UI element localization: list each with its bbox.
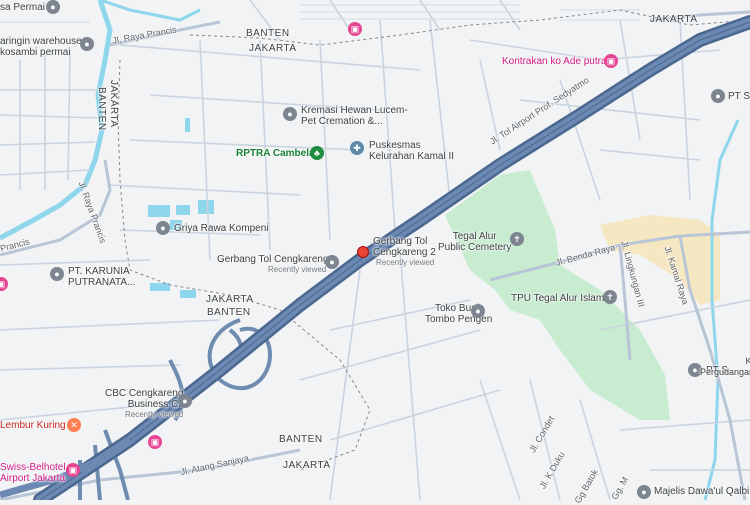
region-jakarta-right: JAKARTA — [650, 14, 698, 25]
place-label-lembur-kuring[interactable]: Lembur Kuring — [0, 420, 66, 431]
place-label-puskesmas[interactable]: Puskesmas Kelurahan Kamal II — [369, 140, 454, 162]
place-label-tegal-alur-cemetery[interactable]: Tegal Alur Public Cemetery — [438, 231, 511, 253]
place-label-top-left-permai[interactable]: sa Permai — [0, 2, 45, 13]
majelis-pin-icon[interactable]: ● — [637, 485, 651, 499]
restaurant-pin-icon[interactable]: ✕ — [67, 418, 81, 432]
region-jakarta-bottom: JAKARTA — [283, 460, 331, 471]
region-banten-mid: BANTEN — [207, 307, 251, 318]
pt-top-right-pin-icon[interactable]: ● — [711, 89, 725, 103]
griya-pin-icon[interactable]: ● — [156, 221, 170, 235]
park-pin-icon[interactable]: ♣ — [310, 146, 324, 160]
place-label-pt-karunia[interactable]: PT. KARUNIA PUTRANATA... — [68, 266, 135, 288]
place-sublabel-gerbang-tol: Recently viewed — [268, 265, 327, 274]
warehouse-pin-icon[interactable]: ● — [80, 37, 94, 51]
kontrakan-pin-icon[interactable]: ▣ — [604, 54, 618, 68]
shopping-pin-icon[interactable]: ▣ — [348, 22, 362, 36]
place-label-pt-top-right[interactable]: PT S — [728, 91, 750, 102]
place-label-gerbang-tol[interactable]: Gerbang Tol Cengkareng — [217, 254, 329, 265]
place-label-majelis[interactable]: Majelis Dawa'ul Qalbi — [654, 486, 749, 497]
selected-location-marker[interactable] — [357, 246, 369, 258]
region-banten-vertical: BANTEN — [96, 87, 107, 131]
toko-buah-pin-icon[interactable]: ● — [471, 304, 485, 318]
gerbang-tol-pin-icon[interactable]: ● — [325, 255, 339, 269]
place-label-cbc[interactable]: CBC Cengkareng Business Cit — [105, 388, 183, 410]
region-jakarta-top: JAKARTA — [249, 43, 297, 54]
pt-karunia-pin-icon[interactable]: ● — [50, 267, 64, 281]
cbc-pin-icon[interactable]: ● — [178, 394, 192, 408]
place-label-tpu[interactable]: TPU Tegal Alur Islam — [511, 293, 604, 304]
place-label-pergudangan[interactable]: Kom Pergudangan M — [700, 356, 750, 378]
cemetery-pin-icon[interactable]: ✝ — [510, 232, 524, 246]
region-banten-bottom: BANTEN — [279, 434, 323, 445]
region-jakarta-mid: JAKARTA — [206, 294, 254, 305]
place-label-warehouse[interactable]: aringin warehouse kosambi permai — [0, 36, 82, 58]
place-sublabel-gerbang-tol-2: Recently viewed — [376, 258, 435, 267]
puskesmas-pin-icon[interactable]: ✚ — [350, 141, 364, 155]
place-sublabel-cbc: Recently viewed — [125, 410, 184, 419]
region-banten-top: BANTEN — [246, 28, 290, 39]
place-label-gerbang-tol-2[interactable]: Gerbang Tol Cengkareng 2 — [373, 236, 436, 258]
place-label-griya[interactable]: Griya Rawa Kompeni — [174, 223, 268, 234]
place-label-kremasi[interactable]: Kremasi Hewan Lucem- Pet Cremation &... — [301, 105, 408, 127]
place-label-swiss-belhotel[interactable]: Swiss-Belhotel Airport Jakarta — [0, 462, 66, 484]
bottom-shopping-pin-icon[interactable]: ▣ — [148, 435, 162, 449]
kremasi-pin-icon[interactable]: ● — [283, 107, 297, 121]
hotel-pin-icon[interactable]: ▣ — [66, 463, 80, 477]
region-jakarta-vertical: JAKARTA — [108, 80, 119, 128]
place-pin-icon[interactable]: ● — [46, 0, 60, 14]
place-label-rptra[interactable]: RPTRA Cambela — [236, 148, 315, 159]
place-label-kontrakan[interactable]: Kontrakan ko Ade putra — [502, 56, 607, 67]
tpu-pin-icon[interactable]: ✝ — [603, 290, 617, 304]
